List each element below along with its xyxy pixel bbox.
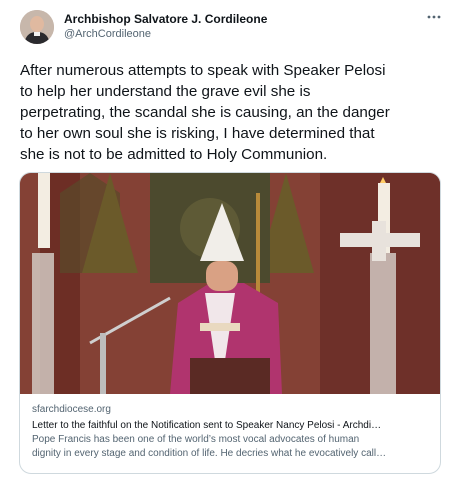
more-options-button[interactable] (424, 10, 444, 24)
card-domain: sfarchdiocese.org (32, 404, 111, 415)
card-image[interactable] (20, 173, 440, 394)
tweet-text: After numerous attempts to speak with Sp… (20, 60, 438, 165)
author-handle[interactable]: @ArchCordileone (64, 27, 267, 42)
more-horizontal-icon (427, 15, 441, 19)
card-title: Letter to the faithful on the Notificati… (32, 420, 382, 431)
tweet-text-line: perpetrating, the scandal she is causing… (20, 104, 390, 121)
card-description-line2: dignity in every stage and condition of … (32, 448, 387, 459)
tweet-text-line: After numerous attempts to speak with Sp… (20, 62, 386, 79)
tweet-author: Archbishop Salvatore J. Cordileone @Arch… (64, 12, 267, 42)
tweet: Archbishop Salvatore J. Cordileone @Arch… (0, 0, 451, 479)
card-meta: sfarchdiocese.org Letter to the faithful… (32, 403, 432, 461)
card-description: Pope Francis has been one of the world’s… (32, 434, 360, 445)
tweet-text-line: to help her understand the grave evil sh… (20, 83, 311, 100)
tweet-text-line: she is not to be admitted to Holy Commun… (20, 146, 328, 163)
tweet-text-line: to her own soul she is risking, I have d… (20, 125, 375, 142)
link-card[interactable]: sfarchdiocese.org Letter to the faithful… (19, 172, 441, 474)
avatar[interactable] (20, 10, 54, 44)
author-display-name[interactable]: Archbishop Salvatore J. Cordileone (64, 12, 267, 27)
avatar-image (20, 10, 54, 44)
